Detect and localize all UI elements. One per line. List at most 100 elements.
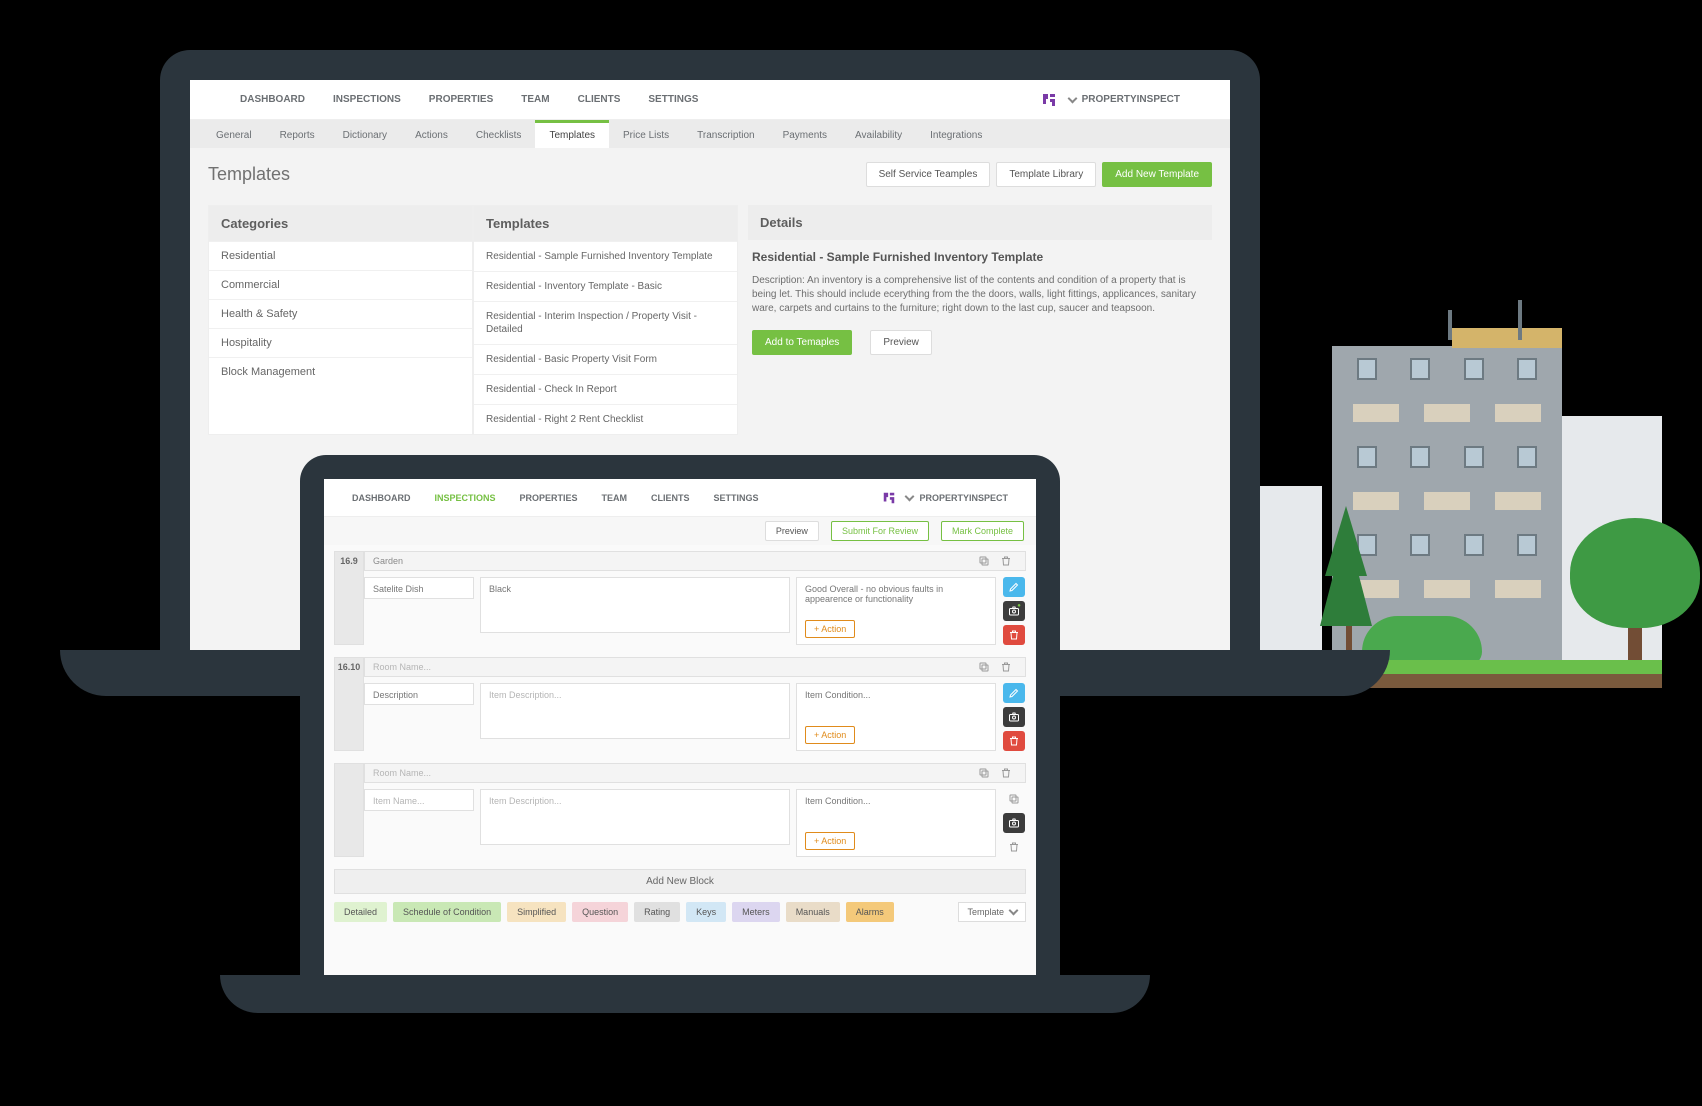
chip-meters[interactable]: Meters [732,902,780,922]
template-library-button[interactable]: Template Library [996,162,1096,187]
item-description-input[interactable]: Item Description... [480,683,790,739]
add-action-button[interactable]: + Action [805,832,855,850]
item-condition-input[interactable]: Item Condition... + Action [796,683,996,751]
copy-icon[interactable] [973,551,995,571]
chip-detailed[interactable]: Detailed [334,902,387,922]
chip-keys[interactable]: Keys [686,902,726,922]
submit-for-review-button[interactable]: Submit For Review [831,521,929,541]
delete-icon[interactable] [1003,625,1025,645]
nav-team[interactable]: TEAM [521,94,549,105]
nav-clients[interactable]: CLIENTS [578,94,621,105]
user-menu[interactable]: PROPERTYINSPECT [906,493,1008,503]
nav-inspections[interactable]: INSPECTIONS [435,493,496,503]
nav-properties[interactable]: PROPERTIES [520,493,578,503]
category-item[interactable]: Residential [209,241,472,270]
self-service-button[interactable]: Self Service Teamples [866,162,991,187]
copy-icon[interactable] [973,763,995,783]
top-nav-2: DASHBOARD INSPECTIONS PROPERTIES TEAM CLIENT… [324,479,1036,517]
copy-icon[interactable] [1003,789,1025,809]
category-item[interactable]: Hospitality [209,328,472,357]
tab-templates[interactable]: Templates [535,120,609,148]
template-title: Residential - Sample Furnished Inventory… [752,250,1212,264]
template-selector[interactable]: Template [958,902,1026,922]
chip-manuals[interactable]: Manuals [786,902,840,922]
nav-settings[interactable]: SETTINGS [648,94,698,105]
tab-price-lists[interactable]: Price Lists [609,123,683,148]
block-type-chips: Detailed Schedule of Condition Simplified Q… [334,902,1026,922]
item-description-input[interactable]: Item Description... [480,789,790,845]
nav-team[interactable]: TEAM [602,493,628,503]
trash-icon[interactable] [995,763,1017,783]
tab-general[interactable]: General [202,123,266,148]
room-name-input[interactable]: Room Name... [373,662,431,672]
camera-icon[interactable] [1003,813,1025,833]
tab-dictionary[interactable]: Dictionary [329,123,401,148]
nav-clients[interactable]: CLIENTS [651,493,690,503]
trash-icon[interactable] [995,657,1017,677]
top-nav: DASHBOARD INSPECTIONS PROPERTIES TEAM CLIENT… [190,80,1230,120]
chip-rating[interactable]: Rating [634,902,680,922]
chip-question[interactable]: Question [572,902,628,922]
add-action-button[interactable]: + Action [805,726,855,744]
templates-header: Templates [474,206,737,241]
camera-icon[interactable] [1003,707,1025,727]
user-menu[interactable]: PROPERTYINSPECT [1069,94,1180,105]
add-new-template-button[interactable]: Add New Template [1102,162,1212,187]
room-number: 16.9 [334,551,364,645]
nav-properties[interactable]: PROPERTIES [429,94,493,105]
item-name-input[interactable]: Satelite Dish [364,577,474,599]
room-editor: 16.9 Garden Satelite Dish Black Good Ove… [324,545,1036,932]
tab-checklists[interactable]: Checklists [462,123,536,148]
categories-header: Categories [209,206,472,241]
item-name-input[interactable]: Item Name... [364,789,474,811]
editor-toolbar: Preview Submit For Review Mark Complete [324,517,1036,545]
template-item[interactable]: Residential - Sample Furnished Inventory… [474,241,737,271]
categories-column: Categories ResidentialCommercialHealth &… [208,205,473,435]
mark-complete-button[interactable]: Mark Complete [941,521,1024,541]
add-new-block-button[interactable]: Add New Block [334,869,1026,894]
template-item[interactable]: Residential - Basic Property Visit Form [474,344,737,374]
item-condition-input[interactable]: Item Condition... + Action [796,789,996,857]
trash-icon[interactable] [1003,837,1025,857]
template-item[interactable]: Residential - Right 2 Rent Checklist [474,404,737,434]
chip-simplified[interactable]: Simplified [507,902,566,922]
room-name-input[interactable]: Room Name... [373,768,431,778]
nav-dashboard[interactable]: DASHBOARD [240,94,305,105]
template-item[interactable]: Residential - Inventory Template - Basic [474,271,737,301]
template-item[interactable]: Residential - Interim Inspection / Prope… [474,301,737,344]
tab-reports[interactable]: Reports [266,123,329,148]
tab-actions[interactable]: Actions [401,123,462,148]
edit-icon[interactable] [1003,577,1025,597]
tab-payments[interactable]: Payments [769,123,841,148]
category-item[interactable]: Health & Safety [209,299,472,328]
camera-icon[interactable]: ● [1003,601,1025,621]
delete-icon[interactable] [1003,731,1025,751]
template-description: Description: An inventory is a comprehen… [752,274,1212,316]
edit-icon[interactable] [1003,683,1025,703]
nav-dashboard[interactable]: DASHBOARD [352,493,411,503]
add-to-templates-button[interactable]: Add to Temaples [752,330,852,355]
chevron-down-icon [1067,93,1077,103]
category-item[interactable]: Block Management [209,357,472,386]
preview-button[interactable]: Preview [870,330,932,355]
item-name-input[interactable]: Description [364,683,474,705]
template-item[interactable]: Residential - Check In Report [474,374,737,404]
room-name[interactable]: Garden [373,556,403,566]
add-action-button[interactable]: + Action [805,620,855,638]
brand-logo-icon [882,491,896,505]
nav-settings[interactable]: SETTINGS [714,493,759,503]
preview-button[interactable]: Preview [765,521,819,541]
templates-column: Templates Residential - Sample Furnished… [473,205,738,435]
chip-schedule-of-condition[interactable]: Schedule of Condition [393,902,501,922]
tab-transcription[interactable]: Transcription [683,123,768,148]
brand-name: PROPERTYINSPECT [919,493,1008,503]
tab-availability[interactable]: Availability [841,123,916,148]
category-item[interactable]: Commercial [209,270,472,299]
tab-integrations[interactable]: Integrations [916,123,996,148]
item-condition-input[interactable]: Good Overall - no obvious faults in appe… [796,577,996,645]
copy-icon[interactable] [973,657,995,677]
chip-alarms[interactable]: Alarms [846,902,894,922]
nav-inspections[interactable]: INSPECTIONS [333,94,401,105]
trash-icon[interactable] [995,551,1017,571]
item-description-input[interactable]: Black [480,577,790,633]
